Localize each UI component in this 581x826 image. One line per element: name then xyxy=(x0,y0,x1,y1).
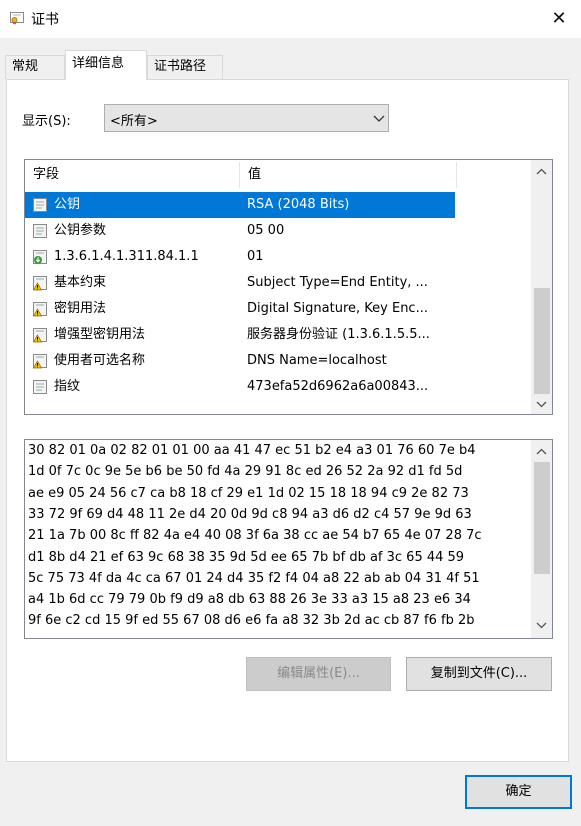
tab-general[interactable]: 常规 xyxy=(5,55,65,79)
list-header: 字段 值 xyxy=(25,162,457,188)
tab-details[interactable]: 详细信息 xyxy=(65,50,147,80)
list-row[interactable]: 密钥用法 Digital Signature, Key Enc... xyxy=(25,296,455,322)
row-field-name: 密钥用法 xyxy=(54,301,107,316)
column-header-value[interactable]: 值 xyxy=(240,162,463,188)
row-field-name: 使用者可选名称 xyxy=(54,353,146,368)
list-row[interactable]: 指纹 473efa52d6962a6a00843... xyxy=(25,374,455,400)
row-field-value: DNS Name=localhost xyxy=(247,353,387,368)
row-field-value: Subject Type=End Entity, ... xyxy=(247,275,428,290)
close-icon: ✕ xyxy=(551,8,567,29)
row-field-name: 基本约束 xyxy=(54,275,107,290)
list-row[interactable]: 公钥参数 05 00 xyxy=(25,218,455,244)
critical-extension-icon xyxy=(32,301,48,317)
critical-extension-icon xyxy=(32,327,48,343)
certificate-field-icon xyxy=(32,197,48,213)
value-scrollbar[interactable] xyxy=(531,440,552,638)
list-scrollbar[interactable] xyxy=(531,160,552,414)
hex-line: 21 1a 7b 00 8c ff 82 4a e4 40 08 3f 6a 3… xyxy=(28,528,482,544)
row-field-value: 05 00 xyxy=(247,223,285,238)
critical-extension-icon xyxy=(32,275,48,291)
critical-extension-icon xyxy=(32,353,48,369)
scroll-down-icon[interactable] xyxy=(536,621,547,629)
row-field-value: Digital Signature, Key Enc... xyxy=(247,301,428,316)
list-row[interactable]: 公钥 RSA (2048 Bits) xyxy=(25,192,455,218)
row-field-value: 01 xyxy=(247,249,264,264)
list-row[interactable]: 增强型密钥用法 服务器身份验证 (1.3.6.1.5.5... xyxy=(25,322,455,348)
tab-certification-path[interactable]: 证书路径 xyxy=(147,55,223,79)
column-header-field[interactable]: 字段 xyxy=(25,162,247,188)
chevron-down-icon xyxy=(373,115,385,122)
window-title: 证书 xyxy=(31,12,59,28)
hex-line: ae e9 05 24 56 c7 ca b8 18 cf 29 e1 1d 0… xyxy=(28,485,469,501)
certificate-icon xyxy=(10,12,24,25)
row-field-name: 1.3.6.1.4.1.311.84.1.1 xyxy=(54,249,199,264)
hex-line: 33 72 9f 69 d4 48 11 2e d4 20 0d 9d c8 9… xyxy=(28,506,472,522)
row-field-name: 公钥 xyxy=(54,197,81,212)
row-field-value: 473efa52d6962a6a00843... xyxy=(247,379,429,394)
row-field-name: 公钥参数 xyxy=(54,223,107,238)
edit-properties-button[interactable]: 编辑属性(E)... xyxy=(246,657,391,691)
hex-line: a4 1b 6d cc 79 79 0b f9 d9 a8 db 63 88 2… xyxy=(28,592,471,608)
list-row[interactable]: 使用者可选名称 DNS Name=localhost xyxy=(25,348,455,374)
close-button[interactable]: ✕ xyxy=(540,4,578,34)
scroll-down-icon[interactable] xyxy=(536,400,547,408)
certificate-field-icon xyxy=(32,223,48,239)
title-bar xyxy=(0,0,581,38)
row-field-name: 增强型密钥用法 xyxy=(54,327,146,342)
show-dropdown-value: <所有> xyxy=(110,114,158,129)
scroll-thumb[interactable] xyxy=(534,462,550,574)
list-row[interactable]: 基本约束 Subject Type=End Entity, ... xyxy=(25,270,455,296)
extension-download-icon xyxy=(32,249,48,265)
scroll-up-icon[interactable] xyxy=(536,448,547,456)
hex-line: 5c 75 73 4f da 4c ca 67 01 24 d4 35 f2 f… xyxy=(28,570,480,586)
hex-line: d1 8b d4 21 ef 63 9c 68 38 35 9d 5d ee 6… xyxy=(28,549,465,565)
scroll-up-icon[interactable] xyxy=(536,168,547,176)
column-separator[interactable] xyxy=(456,162,457,188)
row-field-name: 指纹 xyxy=(54,379,81,394)
row-field-value: 服务器身份验证 (1.3.6.1.5.5... xyxy=(247,327,430,342)
hex-line: 30 82 01 0a 02 82 01 01 00 aa 41 47 ec 5… xyxy=(28,443,476,458)
copy-to-file-button[interactable]: 复制到文件(C)... xyxy=(406,657,552,691)
list-row[interactable]: 1.3.6.1.4.1.311.84.1.1 01 xyxy=(25,244,455,270)
hex-line: 1d 0f 7c 0c 9e 5e b6 be 50 fd 4a 29 91 8… xyxy=(28,464,463,480)
certificate-field-icon xyxy=(32,379,48,395)
scroll-thumb[interactable] xyxy=(534,288,550,394)
show-label: 显示(S): xyxy=(22,114,71,129)
hex-line: 9f 6e c2 cd 15 9f ed 55 67 08 d6 e6 fa a… xyxy=(28,613,475,629)
ok-button[interactable]: 确定 xyxy=(465,775,572,809)
row-field-value: RSA (2048 Bits) xyxy=(247,197,350,212)
